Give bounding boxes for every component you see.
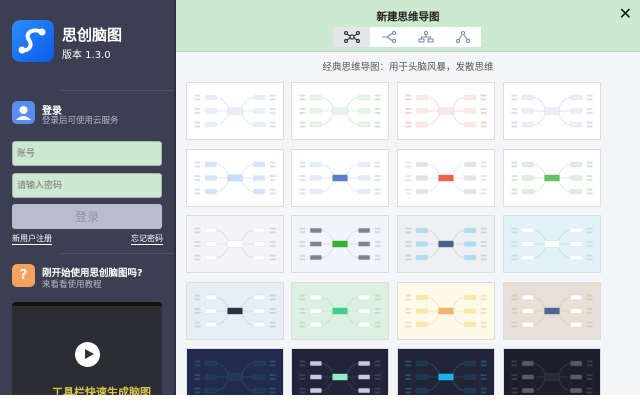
template-card[interactable] (397, 281, 495, 340)
user-avatar-icon (12, 101, 35, 124)
template-preview (405, 360, 487, 394)
login-button[interactable]: 登录 (12, 204, 162, 229)
help-icon: ? (12, 264, 35, 287)
login-subtitle: 登录后可使用云服务 (42, 116, 119, 126)
video-caption: 工具栏快速生成脑图 (52, 386, 151, 395)
template-preview (405, 161, 487, 194)
template-preview (405, 227, 487, 261)
template-preview (405, 94, 487, 128)
divider (60, 90, 174, 91)
template-preview (511, 227, 593, 261)
template-card[interactable] (186, 348, 284, 395)
sidebar: 思创脑图 版本 1.3.0 登录 登录后可使用云服务 登录 新用户注册 忘记密码… (0, 0, 174, 395)
template-preview (511, 360, 593, 394)
template-card[interactable] (186, 82, 284, 140)
new-mindmap-dialog: 新建思维导图 ✕ 经典思维导图：用于头脑风暴，发散思维 (176, 0, 640, 395)
app-version: 版本 1.3.0 (62, 50, 111, 61)
template-card[interactable] (186, 215, 284, 273)
tab-tree-chart[interactable] (444, 27, 481, 47)
template-card[interactable] (291, 348, 389, 395)
template-card[interactable] (186, 281, 284, 340)
divider (60, 253, 174, 254)
template-preview (299, 360, 381, 394)
template-preview (405, 294, 487, 327)
template-preview (299, 94, 381, 128)
help-title: 刚开始使用思创脑图吗? (42, 268, 143, 279)
register-link[interactable]: 新用户注册 (12, 233, 52, 245)
template-card[interactable] (291, 215, 389, 273)
layout-description: 经典思维导图：用于头脑风暴，发散思维 (322, 62, 494, 73)
play-icon[interactable] (75, 342, 100, 367)
template-card[interactable] (503, 215, 601, 273)
app-logo (12, 20, 54, 62)
template-card[interactable] (397, 148, 495, 207)
dialog-title: 新建思维导图 (376, 11, 440, 23)
template-preview (194, 227, 276, 261)
template-preview (194, 294, 276, 327)
template-card[interactable] (397, 348, 495, 395)
template-preview (299, 161, 381, 194)
tab-org-chart[interactable] (407, 27, 444, 47)
template-preview (194, 161, 276, 194)
template-preview (511, 94, 593, 128)
tab-logic[interactable] (370, 27, 407, 47)
template-preview (299, 227, 381, 261)
help-subtitle: 来看看使用教程 (42, 280, 102, 290)
template-preview (299, 294, 381, 327)
layout-tabs (333, 27, 481, 47)
dialog-header: 新建思维导图 ✕ (176, 0, 640, 52)
forgot-password-link[interactable]: 忘记密码 (131, 233, 163, 245)
template-card[interactable] (291, 82, 389, 140)
template-card[interactable] (186, 148, 284, 207)
template-preview (511, 294, 593, 327)
template-card[interactable] (397, 82, 495, 140)
template-preview (511, 161, 593, 194)
template-card[interactable] (397, 215, 495, 273)
template-card[interactable] (503, 82, 601, 140)
template-card[interactable] (503, 281, 601, 340)
template-preview (194, 360, 276, 394)
app-name: 思创脑图 (62, 26, 123, 44)
template-preview (194, 94, 276, 128)
password-input[interactable] (12, 173, 162, 198)
tutorial-video[interactable]: 工具栏快速生成脑图 (12, 302, 162, 395)
template-card[interactable] (291, 281, 389, 340)
tab-mindmap[interactable] (333, 27, 370, 47)
template-card[interactable] (503, 348, 601, 395)
close-icon[interactable]: ✕ (619, 4, 632, 23)
template-card[interactable] (503, 148, 601, 207)
template-card[interactable] (291, 148, 389, 207)
account-input[interactable] (12, 141, 162, 166)
